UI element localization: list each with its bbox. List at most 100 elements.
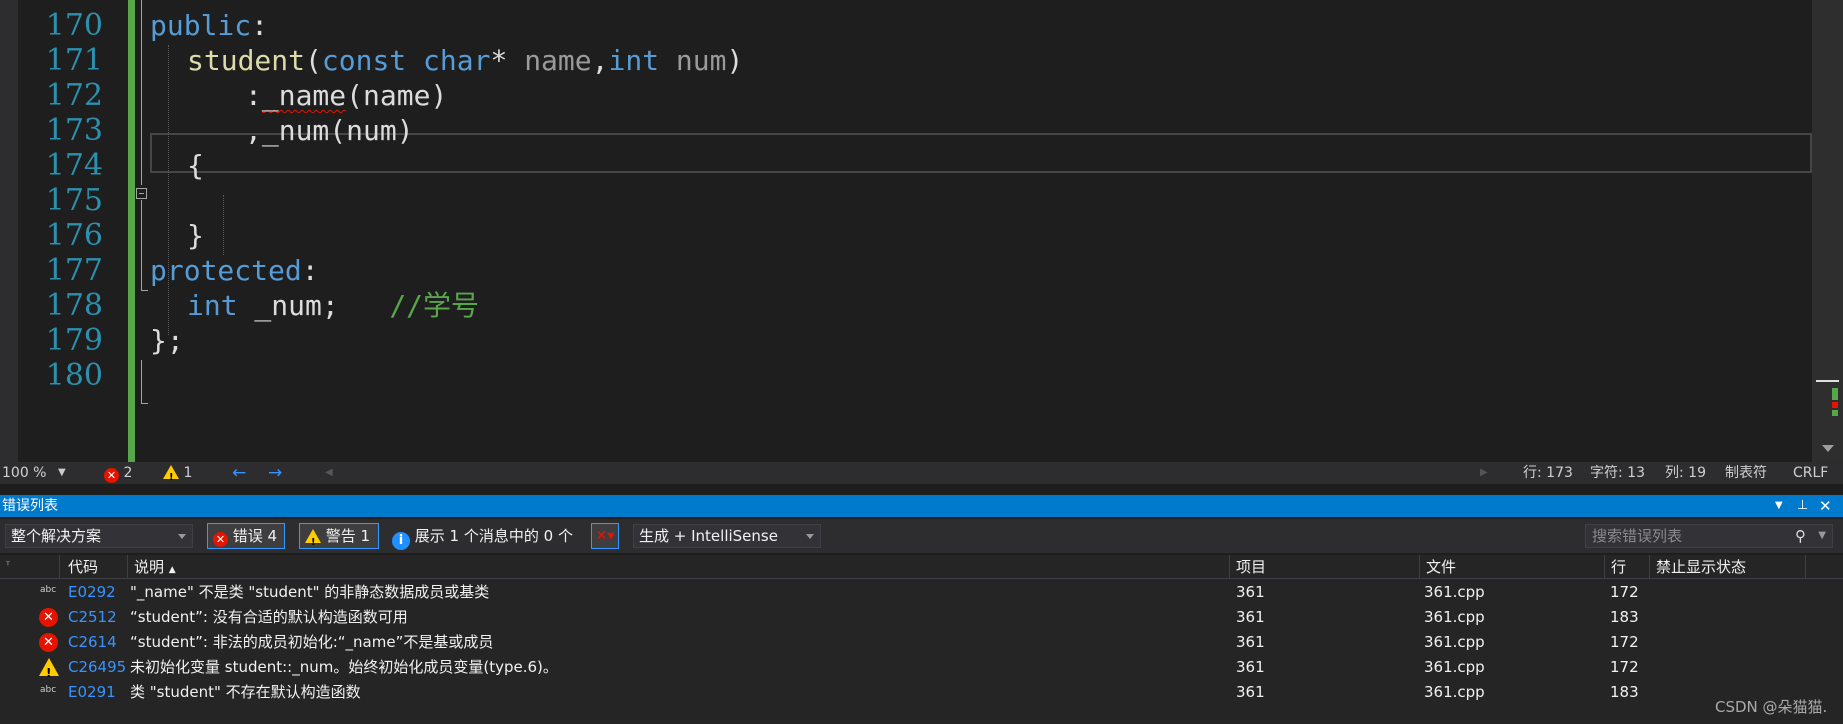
navigate-back-icon[interactable]: ←	[232, 462, 246, 484]
fold-guide	[141, 360, 142, 404]
search-icon[interactable]: ⚲	[1795, 525, 1806, 547]
keyword: int	[187, 289, 238, 322]
column-header-file[interactable]: 文件	[1420, 555, 1605, 579]
column-header-icon[interactable]: ᵀ	[0, 555, 60, 579]
outlining-margin	[135, 0, 149, 462]
indent-mode[interactable]: 制表符	[1725, 462, 1767, 484]
error-count: 2	[123, 465, 133, 481]
error-file: 361.cpp	[1424, 608, 1485, 626]
warnings-filter-button[interactable]: 警告 1	[299, 523, 379, 555]
change-tracking-bar	[128, 0, 135, 462]
error-line: 172	[1610, 658, 1639, 676]
warning-count: 1	[183, 465, 193, 481]
fold-guide	[141, 200, 142, 290]
column-header-description[interactable]: 说明 ▲	[128, 555, 1230, 579]
filter-toggle-icon[interactable]: ✕▾	[591, 523, 619, 549]
error-indicator[interactable]: ✕ 2	[104, 462, 132, 484]
scroll-left-icon[interactable]: ◀	[325, 462, 333, 484]
scope-dropdown[interactable]: 整个解决方案	[5, 524, 193, 548]
error-list-toolbar: 整个解决方案 ✕ 错误 4 警告 1 i 展示 1 个消息中的 0 个 ✕▾ 生…	[0, 519, 1843, 555]
error-list-title-bar[interactable]: 错误列表 ▼ ⊥ ✕	[0, 495, 1843, 517]
error-code-link[interactable]: C2614	[68, 630, 117, 655]
collapse-toggle-icon[interactable]	[136, 188, 147, 199]
function-name: student	[187, 44, 306, 77]
error-project: 361	[1236, 583, 1265, 601]
code-text-area[interactable]: public: student(const char* name,int num…	[150, 0, 1810, 462]
search-placeholder: 搜索错误列表	[1592, 527, 1683, 545]
scroll-right-icon[interactable]: ▶	[1480, 462, 1488, 484]
column-header-code[interactable]: 代码	[62, 555, 128, 579]
chevron-down-icon	[178, 534, 186, 539]
initializer-argument: (name)	[346, 79, 448, 112]
indent-guide	[168, 45, 169, 335]
cursor-char: 字符: 13	[1590, 465, 1645, 481]
identifier: _num;	[237, 289, 339, 322]
line-number-gutter: 170 171 172 173 174 175 176 177 178 179 …	[18, 0, 103, 462]
error-code-link[interactable]: C26495	[68, 655, 126, 680]
search-input[interactable]: 搜索错误列表 ⚲ ▼	[1585, 524, 1833, 548]
error-line: 172	[1610, 633, 1639, 651]
info-icon: i	[392, 532, 410, 550]
panel-menu-icon[interactable]: ▼	[1775, 495, 1783, 517]
error-list-table: ᵀ 代码 说明 ▲ 项目 文件 行 禁止显示状态 abc E0292 "_nam…	[0, 555, 1843, 724]
vertical-scrollbar[interactable]	[1812, 0, 1843, 462]
code-line-173: ,_num(num)	[245, 114, 414, 147]
close-icon[interactable]: ✕	[1819, 495, 1832, 517]
scope-value: 整个解决方案	[11, 527, 102, 545]
change-marker	[1832, 410, 1838, 416]
punctuation: )	[726, 44, 744, 77]
table-row[interactable]: ✕ C2512 “student”: 没有合适的默认构造函数可用 361 361…	[0, 605, 1843, 630]
scroll-down-arrow-icon[interactable]	[1822, 445, 1834, 452]
glyph-margin	[0, 0, 18, 462]
error-project: 361	[1236, 658, 1265, 676]
parameter: num	[675, 44, 727, 77]
error-code-link[interactable]: E0291	[68, 680, 116, 705]
messages-filter-button[interactable]: i 展示 1 个消息中的 0 个	[392, 523, 573, 550]
error-code-link[interactable]: E0292	[68, 580, 116, 605]
indent-guide	[223, 195, 224, 255]
zoom-dropdown-icon[interactable]: ▼	[58, 462, 66, 484]
line-number: 180	[45, 358, 103, 393]
error-squiggle-member[interactable]: _name	[262, 79, 346, 112]
error-code-link[interactable]: C2512	[68, 605, 117, 630]
punctuation: :	[301, 254, 319, 287]
column-header-suppression[interactable]: 禁止显示状态	[1650, 555, 1806, 579]
error-icon: ✕	[213, 532, 228, 547]
punctuation: :	[245, 79, 262, 112]
pin-icon[interactable]: ⊥	[1797, 495, 1808, 517]
error-icon: ✕	[39, 633, 58, 652]
punctuation: ,	[591, 44, 609, 77]
cursor-line: 行: 173	[1523, 465, 1573, 481]
build-filter-dropdown[interactable]: 生成 + IntelliSense	[633, 524, 821, 548]
navigate-forward-icon[interactable]: →	[268, 462, 282, 484]
code-editor[interactable]: 170 171 172 173 174 175 176 177 178 179 …	[0, 0, 1843, 462]
error-file: 361.cpp	[1424, 683, 1485, 701]
table-row[interactable]: C26495 未初始化变量 student::_num。始终初始化成员变量(ty…	[0, 655, 1843, 686]
error-description: "_name" 不是类 "student" 的非静态数据成员或基类	[130, 583, 490, 601]
chevron-down-icon[interactable]: ▼	[1818, 525, 1826, 547]
table-row[interactable]: abc E0292 "_name" 不是类 "student" 的非静态数据成员…	[0, 580, 1843, 605]
editor-status-strip: 100 % ▼ ✕ 2 1 ← → ◀ ▶ 行: 173 字符: 13 列: 1…	[0, 462, 1843, 489]
keyword: const	[321, 44, 407, 77]
error-file: 361.cpp	[1424, 658, 1485, 676]
table-row[interactable]: abc E0291 类 "student" 不存在默认构造函数 361 361.…	[0, 680, 1843, 705]
zoom-level[interactable]: 100 %	[2, 462, 46, 484]
fold-guide	[141, 0, 142, 185]
errors-filter-label: 错误 4	[232, 527, 278, 545]
warning-icon	[305, 529, 321, 555]
caret-marker	[1816, 380, 1839, 382]
code-line-174: {	[187, 149, 204, 182]
code-line-179: };	[150, 324, 184, 357]
warning-indicator[interactable]: 1	[163, 462, 193, 489]
error-line: 183	[1610, 608, 1639, 626]
chevron-down-icon	[806, 534, 814, 539]
error-description: “student”: 非法的成员初始化:“_name”不是基或成员	[130, 633, 494, 651]
keyword: public	[150, 9, 252, 42]
column-header-project[interactable]: 项目	[1230, 555, 1420, 579]
error-line: 183	[1610, 683, 1639, 701]
table-row[interactable]: ✕ C2614 “student”: 非法的成员初始化:“_name”不是基或成…	[0, 630, 1843, 655]
errors-filter-button[interactable]: ✕ 错误 4	[207, 523, 285, 549]
column-header-line[interactable]: 行	[1605, 555, 1650, 579]
fold-end-marker	[141, 403, 148, 404]
line-ending[interactable]: CRLF	[1793, 462, 1828, 484]
